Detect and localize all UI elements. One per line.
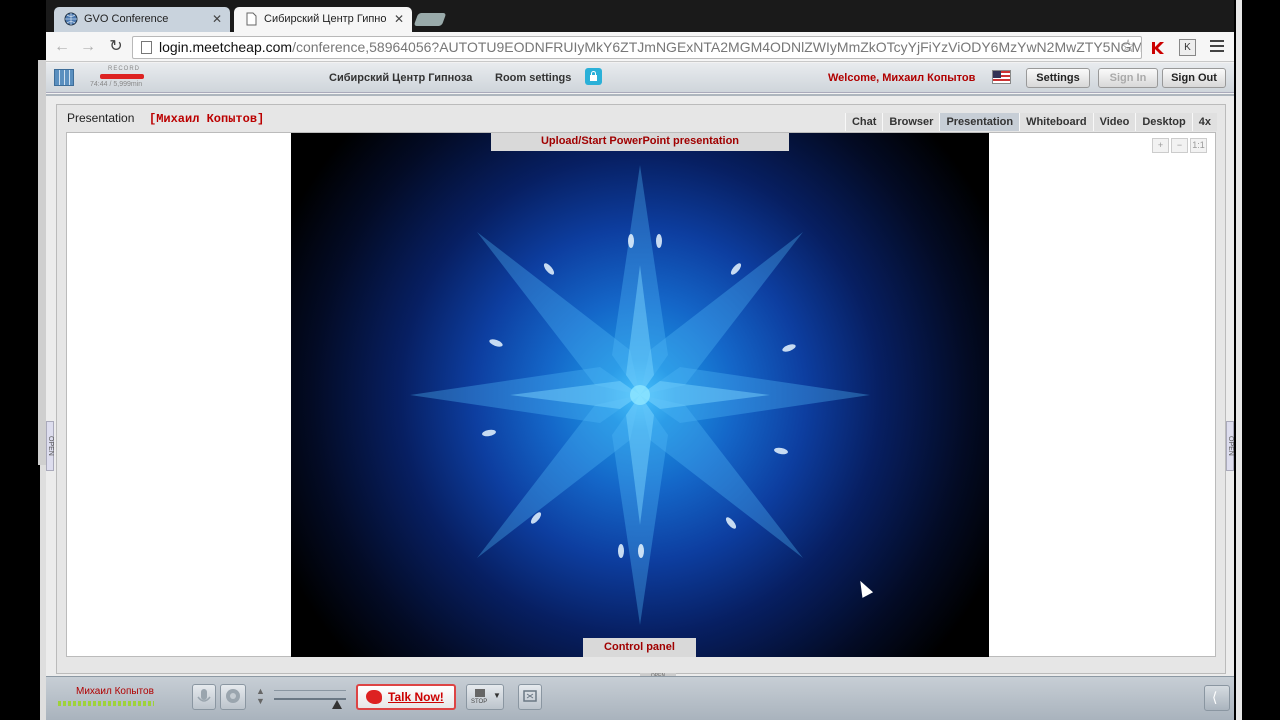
record-label: RECORD <box>108 66 141 72</box>
new-tab-button[interactable] <box>413 13 447 26</box>
forward-arrow-icon[interactable]: → <box>78 37 98 57</box>
us-flag-icon[interactable] <box>992 70 1011 84</box>
tab-label: Сибирский Центр Гипно <box>264 13 387 25</box>
background-window-edge-right <box>1236 0 1242 720</box>
tab-desktop[interactable]: Desktop <box>1135 113 1192 131</box>
handle-label: OPEN <box>1227 436 1234 456</box>
record-button[interactable] <box>100 74 144 79</box>
tab-siberian-center[interactable]: Сибирский Центр Гипно ✕ <box>234 7 412 32</box>
k-extension-icon[interactable]: K <box>1179 39 1196 56</box>
webcam-icon <box>226 689 240 703</box>
app-header: RECORD 74:44 / 5,999min Сибирский Центр … <box>46 63 1234 93</box>
screen-icon <box>523 690 537 702</box>
tab-whiteboard[interactable]: Whiteboard <box>1019 113 1093 131</box>
current-user-name: Михаил Копытов <box>76 686 154 697</box>
zoom-tools: + − 1:1 <box>1152 138 1207 153</box>
actual-size-button[interactable]: 1:1 <box>1190 138 1207 153</box>
stop-button[interactable]: STOP ▼ <box>466 684 504 710</box>
slide-image <box>291 133 989 657</box>
back-arrow-icon[interactable]: ← <box>52 37 72 57</box>
zoom-in-icon[interactable]: + <box>1152 138 1169 153</box>
tab-browser[interactable]: Browser <box>882 113 940 131</box>
bottom-toolbar: Михаил Копытов ▲ ▼ Talk Now! STOP ▼ <box>46 676 1234 720</box>
sign-out-button[interactable]: Sign Out <box>1162 68 1226 88</box>
room-name: Сибирский Центр Гипноза <box>329 72 473 84</box>
app-logo-icon[interactable] <box>54 69 74 86</box>
record-time: 74:44 / 5,999min <box>90 81 143 88</box>
share-icon[interactable] <box>1204 685 1230 711</box>
bookmark-star-icon[interactable]: ☆ <box>1120 36 1136 57</box>
presentation-canvas: Upload/Start PowerPoint presentation Con… <box>66 132 1216 657</box>
upload-powerpoint-button[interactable]: Upload/Start PowerPoint presentation <box>491 133 789 151</box>
desktop-screen: GVO Conference ✕ Сибирский Центр Гипно ✕… <box>0 0 1280 720</box>
audio-level-meter <box>58 701 154 706</box>
address-bar[interactable]: login.meetcheap.com/conference,58964056?… <box>132 36 1142 59</box>
talk-now-label: Talk Now! <box>388 690 444 704</box>
browser-toolbar: ← → ↻ login.meetcheap.com/conference,589… <box>46 32 1234 62</box>
menu-icon[interactable] <box>1210 40 1224 55</box>
main-area: OPEN OPEN Presentation [Михаил Копытов] … <box>46 94 1234 680</box>
panel-title: Presentation <box>67 111 135 125</box>
welcome-text: Welcome, Михаил Копытов <box>828 72 976 84</box>
talk-now-button[interactable]: Talk Now! <box>356 684 456 710</box>
stop-label: STOP <box>471 699 488 705</box>
tab-label: GVO Conference <box>84 13 169 25</box>
kaspersky-shape <box>1152 42 1164 54</box>
volume-arrows-icon[interactable]: ▲ ▼ <box>256 686 265 706</box>
tab-bar: GVO Conference ✕ Сибирский Центр Гипно ✕ <box>46 0 1234 32</box>
close-icon[interactable]: ✕ <box>394 12 404 26</box>
kaspersky-extension-icon[interactable] <box>1150 40 1166 56</box>
webcam-button[interactable] <box>220 684 246 710</box>
stop-icon <box>475 689 485 697</box>
page-icon <box>246 12 257 26</box>
tab-presentation[interactable]: Presentation <box>939 113 1020 131</box>
control-panel-button[interactable]: Control panel <box>583 638 696 657</box>
tab-4x[interactable]: 4x <box>1191 113 1217 131</box>
volume-slider-thumb[interactable] <box>332 700 342 709</box>
url-host: login.meetcheap.com <box>159 39 293 55</box>
browser-window: GVO Conference ✕ Сибирский Центр Гипно ✕… <box>46 0 1234 720</box>
handle-label: OPEN <box>47 436 54 456</box>
tab-video[interactable]: Video <box>1092 113 1136 131</box>
microphone-icon <box>197 689 211 702</box>
mode-tabs: Chat Browser Presentation Whiteboard Vid… <box>844 113 1217 131</box>
globe-icon <box>64 12 78 26</box>
close-icon[interactable]: ✕ <box>212 12 222 26</box>
settings-button[interactable]: Settings <box>1026 68 1090 88</box>
presenter-name: [Михаил Копытов] <box>149 112 265 126</box>
talk-icon <box>366 690 382 704</box>
tab-chat[interactable]: Chat <box>844 113 883 131</box>
right-panel-handle[interactable]: OPEN <box>1226 421 1234 471</box>
left-panel-handle[interactable]: OPEN <box>46 421 54 471</box>
tab-gvo-conference[interactable]: GVO Conference ✕ <box>54 7 230 32</box>
chevron-down-icon[interactable]: ▼ <box>493 691 501 700</box>
volume-slider[interactable] <box>274 687 348 711</box>
reload-icon[interactable]: ↻ <box>106 37 126 57</box>
microphone-button[interactable] <box>192 684 216 710</box>
page-icon <box>141 41 152 54</box>
sign-in-button[interactable]: Sign In <box>1098 68 1158 88</box>
url-path: /conference,58964056?AUTOTU9EODNFRUIyMkY… <box>292 39 1142 55</box>
room-settings-link[interactable]: Room settings <box>495 72 571 84</box>
presentation-panel: Presentation [Михаил Копытов] Chat Brows… <box>56 104 1226 674</box>
lock-icon[interactable] <box>585 68 602 85</box>
screen-share-button[interactable] <box>518 684 542 710</box>
kaleidoscope-star-image <box>410 165 870 625</box>
zoom-out-icon[interactable]: − <box>1171 138 1188 153</box>
